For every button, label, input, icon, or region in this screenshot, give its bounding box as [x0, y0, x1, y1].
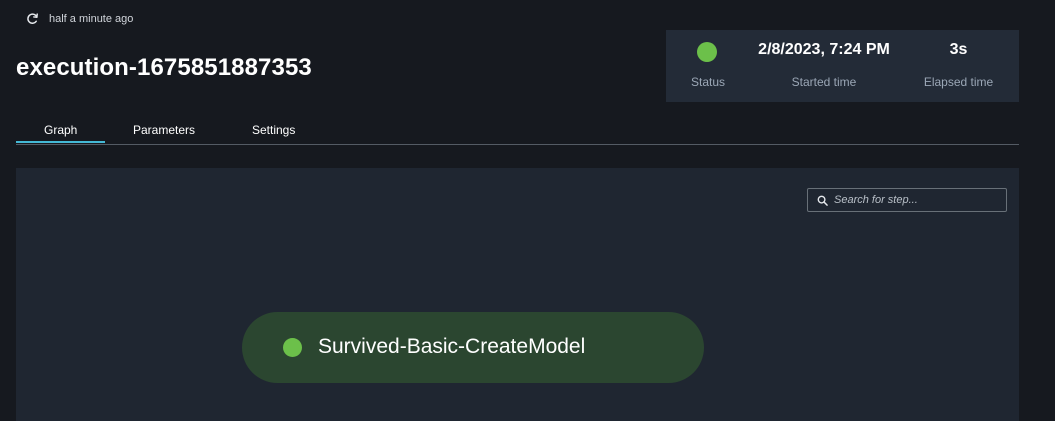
tab-graph[interactable]: Graph [44, 123, 77, 137]
graph-canvas[interactable]: Survived-Basic-CreateModel [16, 168, 1019, 421]
step-search[interactable] [807, 188, 1007, 212]
started-time-value: 2/8/2023, 7:24 PM [758, 41, 890, 58]
status-success-icon [697, 42, 717, 62]
status-stat: Status [666, 30, 750, 102]
last-refreshed-text: half a minute ago [49, 12, 134, 25]
tab-settings[interactable]: Settings [252, 123, 295, 137]
started-time-label: Started time [791, 75, 857, 89]
step-name: Survived-Basic-CreateModel [318, 335, 586, 358]
started-time-stat: 2/8/2023, 7:24 PM Started time [750, 30, 898, 102]
elapsed-time-stat: 3s Elapsed time [898, 30, 1019, 102]
execution-summary-panel: Status 2/8/2023, 7:24 PM Started time 3s… [666, 30, 1019, 102]
graph-node-step[interactable]: Survived-Basic-CreateModel [242, 312, 704, 383]
page-title: execution-1675851887353 [16, 54, 312, 81]
tab-bar: Graph Parameters Settings [16, 116, 1019, 145]
step-status-success-icon [283, 338, 302, 357]
elapsed-time-value: 3s [949, 41, 968, 58]
search-input[interactable] [832, 189, 1004, 211]
refresh-button[interactable]: half a minute ago [26, 12, 133, 25]
elapsed-time-label: Elapsed time [923, 75, 994, 89]
tab-parameters[interactable]: Parameters [133, 123, 195, 137]
status-label: Status [690, 75, 726, 89]
refresh-icon[interactable] [26, 12, 39, 25]
active-tab-indicator [16, 141, 105, 143]
